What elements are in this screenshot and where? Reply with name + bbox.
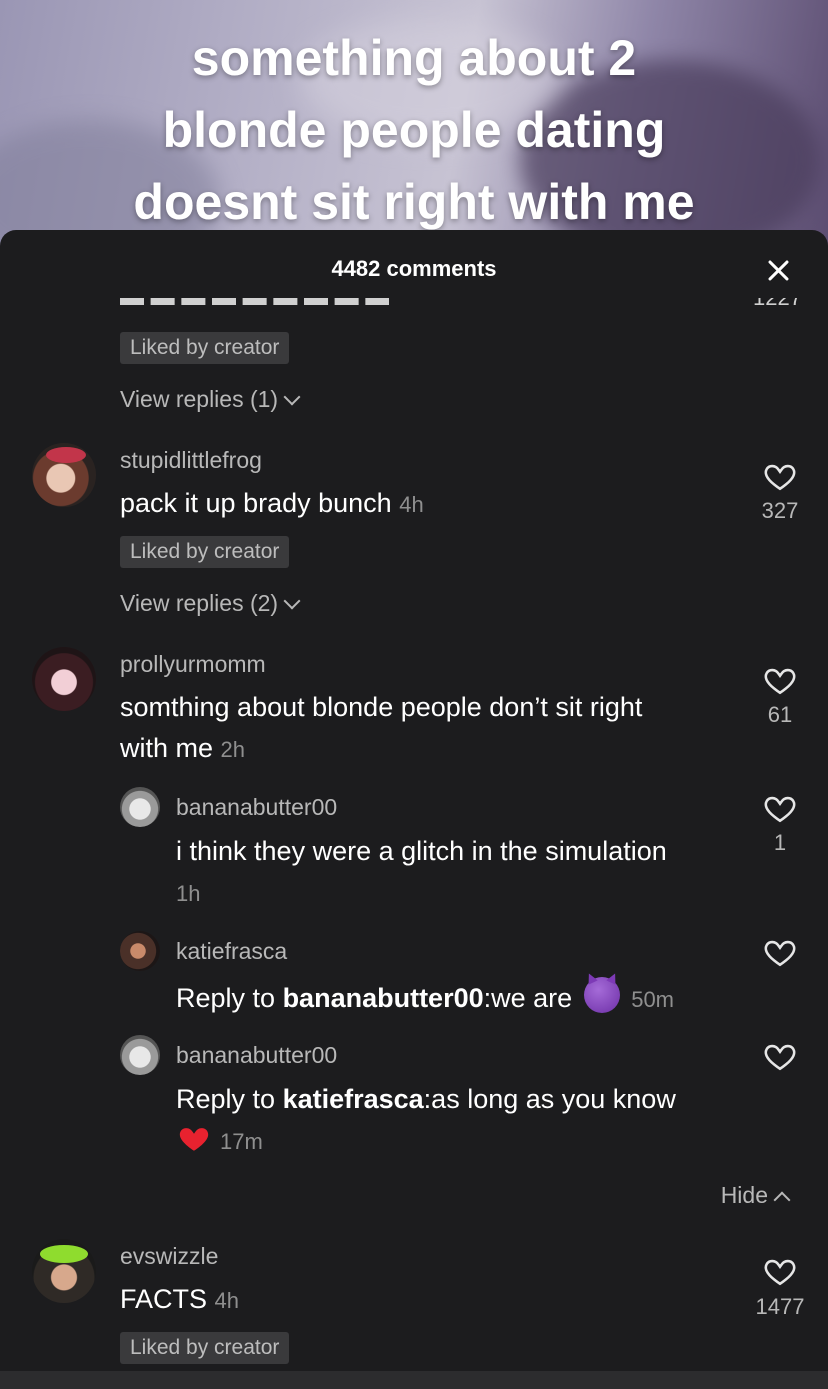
like-count: 327	[761, 498, 799, 523]
reply-to-mention[interactable]: katiefrasca	[283, 1084, 424, 1114]
reply-username[interactable]: katiefrasca	[176, 938, 287, 965]
chevron-up-icon	[773, 1191, 791, 1209]
video-caption: something about 2 blonde people dating d…	[133, 30, 695, 230]
like-count: 61	[767, 702, 793, 727]
chevron-down-icon	[283, 592, 301, 610]
liked-by-creator-badge: Liked by creator	[120, 536, 290, 568]
comment-text: somthing about blonde people don’t sit r…	[120, 692, 643, 763]
hide-label: Hide	[720, 1182, 768, 1208]
liked-by-creator-badge: Liked by creator	[120, 1332, 290, 1364]
reply-time: 50m	[631, 987, 674, 1012]
comments-count-title: 4482 comments	[331, 256, 497, 281]
view-replies-label: View replies (2)	[120, 590, 279, 616]
chevron-down-icon	[283, 388, 301, 406]
heart-icon[interactable]	[763, 459, 797, 493]
heart-icon[interactable]	[763, 1254, 797, 1288]
comment-text: FACTS 4h	[120, 1284, 240, 1314]
comment-text: pack it up brady bunch 4h	[120, 488, 424, 518]
avatar[interactable]	[120, 931, 160, 971]
liked-by-creator-badge: Liked by creator	[120, 332, 290, 364]
cut-off-like-count: 1227	[753, 298, 802, 312]
bottom-bar	[0, 1371, 828, 1389]
reply-text: Reply to bananabutter00:we are 50m	[176, 977, 674, 1020]
avatar[interactable]	[120, 1035, 160, 1075]
like-count: 1477	[755, 1294, 805, 1319]
reply-to-mention[interactable]: bananabutter00	[283, 983, 484, 1013]
comment-username[interactable]: prollyurmomm	[120, 651, 266, 678]
avatar[interactable]	[120, 787, 160, 827]
comment-username[interactable]: stupidlittlefrog	[120, 447, 262, 474]
video-background: something about 2 blonde people dating d…	[0, 0, 828, 260]
reply-time: 17m	[220, 1129, 263, 1154]
comment-time: 4h	[399, 492, 424, 517]
comment-time: 2h	[220, 737, 246, 762]
comment-time: 4h	[214, 1288, 240, 1313]
reply-text: Reply to katiefrasca:as long as you know…	[176, 1084, 676, 1154]
avatar[interactable]	[32, 1239, 96, 1303]
heart-icon[interactable]	[763, 935, 797, 969]
heart-icon[interactable]	[763, 1039, 797, 1073]
red-heart-icon	[179, 1128, 209, 1151]
view-replies-label: View replies (1)	[120, 386, 279, 412]
view-replies-button[interactable]: View replies (1)	[120, 386, 301, 413]
like-count: 1	[773, 830, 787, 855]
reply-username[interactable]: bananabutter00	[176, 794, 337, 821]
view-replies-button[interactable]: View replies (2)	[120, 590, 301, 617]
heart-icon[interactable]	[763, 791, 797, 825]
smiling-devil-icon	[583, 977, 620, 1013]
cut-off-comment-text: ▬ ▬ ▬ ▬ ▬ ▬ ▬ ▬ ▬	[120, 298, 389, 312]
comment-username[interactable]: evswizzle	[120, 1243, 218, 1270]
avatar[interactable]	[32, 647, 96, 711]
comments-sheet: 4482 comments ▬ ▬ ▬ ▬ ▬ ▬ ▬ ▬ ▬ 1227 Lik…	[0, 230, 828, 1389]
reply-username[interactable]: bananabutter00	[176, 1042, 337, 1069]
heart-icon[interactable]	[763, 663, 797, 697]
close-icon[interactable]	[764, 256, 794, 286]
hide-replies-button[interactable]: Hide	[720, 1182, 791, 1209]
reply-time: 1h	[176, 881, 201, 906]
avatar[interactable]	[32, 443, 96, 507]
reply-text: i think they were a glitch in the simula…	[176, 836, 667, 906]
